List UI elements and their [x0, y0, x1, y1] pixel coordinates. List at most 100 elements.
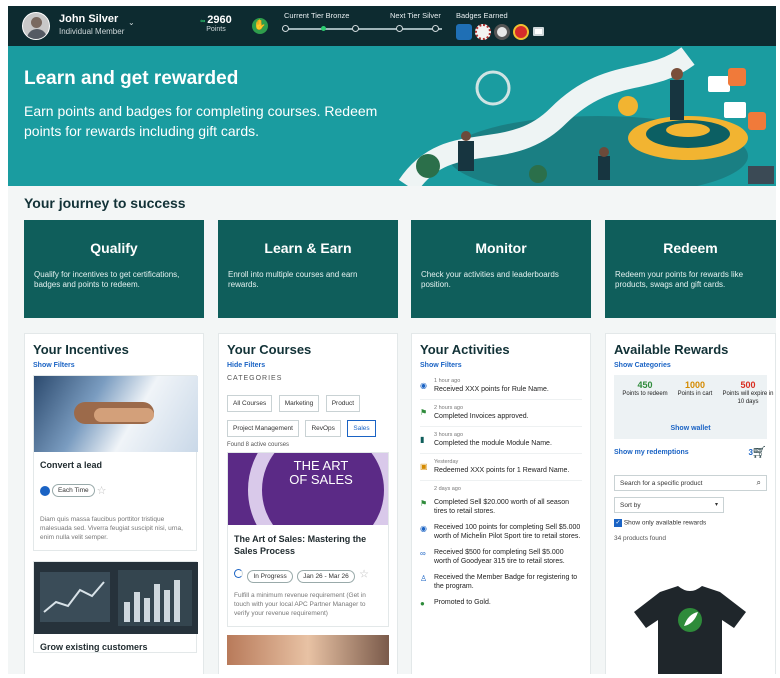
chart-graphic [40, 570, 192, 627]
badge-icon[interactable] [475, 24, 491, 40]
categories-label: CATEGORIES [227, 375, 283, 382]
points-display: ∞ 2960 Points [196, 14, 236, 33]
journey-card-text: Enroll into multiple courses and earn re… [228, 270, 358, 289]
progress-icon [234, 569, 243, 579]
laptop-icon[interactable] [533, 27, 544, 36]
next-tier-label: Next Tier Silver [390, 11, 441, 20]
activity-item: ⚑ 2 hours ago Completed Invoices approved. [420, 400, 582, 427]
courses-title: Your Courses [227, 342, 312, 357]
chip-revops[interactable]: RevOps [305, 420, 341, 437]
points-icon: ◉ [420, 524, 427, 533]
points-to-redeem-label: Points to redeem [622, 391, 668, 397]
journey-card-redeem[interactable]: Redeem Redeem your points for rewards li… [605, 220, 776, 318]
badge-icon[interactable] [456, 24, 472, 40]
journey-title: Your journey to success [24, 195, 186, 211]
show-redemptions-link[interactable]: Show my redemptions [614, 449, 689, 456]
show-filters-link[interactable]: Show Filters [420, 362, 582, 369]
journey-card-title: Learn & Earn [264, 240, 352, 256]
tier-icon: ● [420, 599, 425, 608]
hero-banner: Learn and get rewarded Earn points and b… [8, 46, 776, 186]
points-summary: 450 Points to redeem 1000 Points in cart 5… [614, 375, 774, 439]
points-icon: ◉ [420, 381, 427, 390]
chip-project-management[interactable]: Project Management [227, 420, 299, 437]
money-icon: ∞ [420, 549, 426, 558]
points-to-redeem-value: 450 [637, 380, 653, 390]
courses-panel: Your Courses Hide Filters CATEGORIES All… [218, 333, 398, 674]
journey-card-qualify[interactable]: Qualify Qualify for incentives to get ce… [24, 220, 204, 318]
chip-sales[interactable]: Sales [347, 420, 376, 437]
tshirt-product-image[interactable] [630, 584, 750, 674]
tier-dot [396, 25, 403, 32]
chevron-down-icon: ▾ [714, 502, 718, 508]
courses-found: Found 8 active courses [227, 442, 290, 448]
checkbox-checked-icon[interactable]: ✓ [614, 519, 622, 527]
tier-progress-track [282, 28, 442, 30]
search-icon: ⌕ [756, 478, 761, 487]
activities-panel: Your Activities Show Filters ◉ 1 hour ago… [411, 333, 591, 674]
chip-marketing[interactable]: Marketing [278, 395, 320, 412]
badge-icon: ♙ [420, 574, 428, 583]
show-categories-link[interactable]: Show Categories [614, 362, 767, 369]
activity-item: ▣ Yesterday Redeemed XXX points for 1 Rewa… [420, 454, 582, 481]
rewards-title: Available Rewards [614, 342, 729, 357]
course-status: In Progress [247, 570, 293, 583]
sort-select[interactable]: Sort by ▾ [614, 497, 724, 513]
cart-icon[interactable]: 🛒︎ [752, 445, 767, 459]
top-bar: John Silver Individual Member ⌄ ∞ 2960 P… [8, 6, 776, 46]
avatar[interactable] [22, 12, 50, 40]
hand-icon[interactable]: ✋ [252, 18, 268, 34]
current-tier-label: Current Tier Bronze [284, 11, 350, 20]
flag-icon: ⚑ [420, 408, 428, 417]
handshake-image [34, 376, 198, 452]
user-role: Individual Member [59, 27, 125, 36]
journey-card-title: Monitor [475, 240, 527, 256]
activity-date-header: 2 days ago [434, 486, 461, 492]
chevron-down-icon[interactable]: ⌄ [128, 18, 135, 27]
activity-item: ♙ Received the Member Badge for registeri… [420, 574, 578, 590]
points-in-cart-label: Points in cart [677, 391, 713, 397]
category-chips: All Courses Marketing Product Project Ma… [227, 392, 389, 442]
course-banner-text: THE ART OF SALES [289, 458, 353, 487]
chip-all-courses[interactable]: All Courses [227, 395, 273, 412]
tier-dot-current [321, 26, 326, 31]
sort-label: Sort by [620, 502, 641, 509]
course-card[interactable]: THE ART OF SALES The Art of Sales: Maste… [227, 452, 389, 627]
chip-product[interactable]: Product [325, 395, 361, 412]
incentive-type-icon [40, 485, 50, 496]
points-expire-value: 500 [740, 380, 756, 390]
activity-item: ⚑ Completed Sell $20.000 worth of all sea… [420, 499, 570, 515]
incentives-panel: Your Incentives Show Filters Convert a l… [24, 333, 204, 674]
star-icon[interactable]: ☆ [97, 485, 107, 497]
products-found: 34 products found [614, 535, 667, 542]
bookmark-icon: ▮ [420, 435, 425, 444]
activity-item: ◉ 1 hour ago Received XXX points for Rule … [420, 373, 582, 400]
frequency-pill: Each Time [51, 484, 95, 498]
available-only-checkbox[interactable]: ✓ Show only available rewards [614, 519, 767, 527]
badge-icon[interactable] [513, 24, 529, 40]
hide-filters-link[interactable]: Hide Filters [227, 362, 389, 369]
course-card-image[interactable] [227, 635, 389, 665]
star-icon[interactable]: ☆ [359, 568, 369, 580]
journey-card-monitor[interactable]: Monitor Check your activities and leader… [411, 220, 591, 318]
show-wallet-link[interactable]: Show wallet [614, 425, 767, 432]
show-filters-link[interactable]: Show Filters [33, 362, 195, 369]
badge-icon[interactable] [494, 24, 510, 40]
product-search-input[interactable]: Search for a specific product ⌕ [614, 475, 767, 491]
incentive-card[interactable]: Grow existing customers [33, 561, 198, 654]
incentives-title: Your Incentives [33, 342, 129, 357]
activity-item: ● Promoted to Gold. [420, 599, 491, 608]
incentive-description: Diam quis massa faucibus porttitor trist… [40, 516, 183, 542]
tier-dot [352, 25, 359, 32]
activity-item: ∞ Received $500 for completing Sell $5.00… [420, 549, 565, 565]
tier-dot [432, 25, 439, 32]
points-in-cart-value: 1000 [684, 380, 706, 390]
course-banner: THE ART OF SALES [228, 453, 388, 525]
tier-dot [282, 25, 289, 32]
course-description: Fulfill a minimum revenue requirement (G… [234, 592, 366, 617]
badges-earned-label: Badges Earned [456, 11, 508, 20]
incentive-card[interactable]: Convert a lead Each Time ☆ Diam quis mas… [33, 375, 198, 552]
activity-list: ◉ 1 hour ago Received XXX points for Rule … [420, 373, 582, 610]
journey-card-text: Qualify for incentives to get certificat… [34, 270, 180, 289]
journey-card-learn-earn[interactable]: Learn & Earn Enroll into multiple course… [218, 220, 398, 318]
points-expire-label: Points will expire in 10 days [722, 391, 774, 405]
